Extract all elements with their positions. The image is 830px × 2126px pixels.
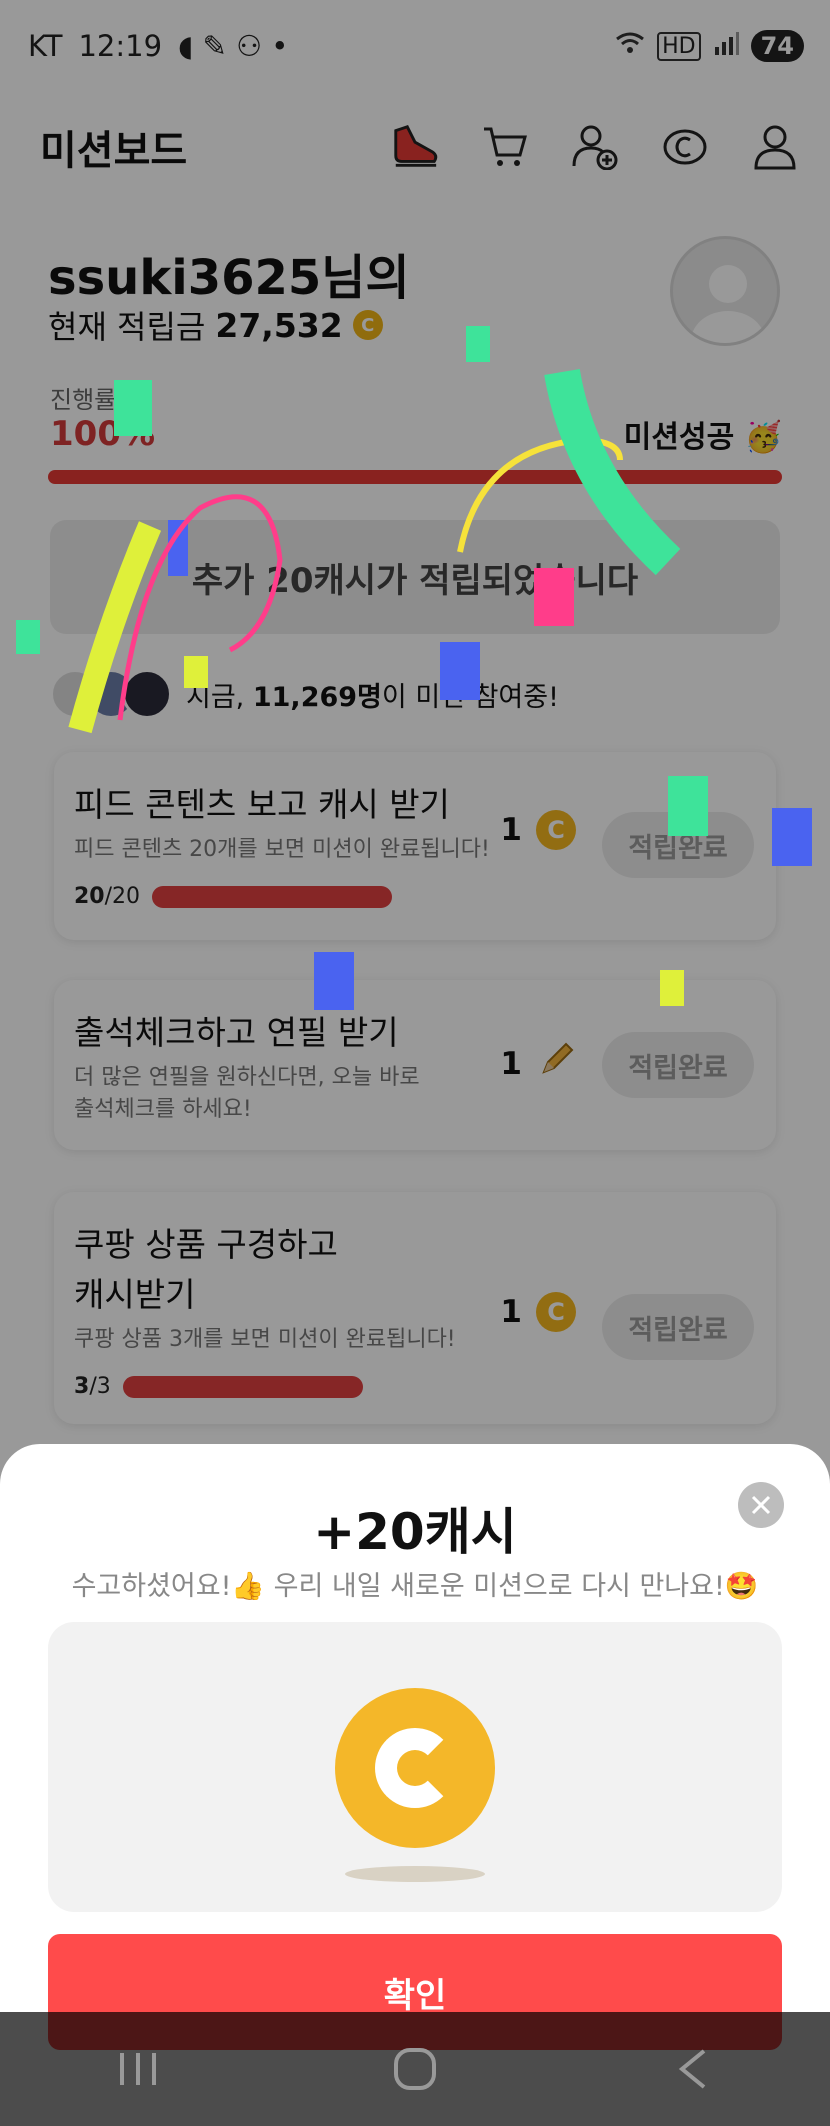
coin-panel [48, 1622, 782, 1912]
recent-apps-icon[interactable] [108, 2039, 168, 2099]
home-icon[interactable] [385, 2039, 445, 2099]
back-icon[interactable] [662, 2039, 722, 2099]
sheet-title: +20캐시 [313, 1503, 517, 1561]
cash-coin-icon [335, 1688, 495, 1848]
sheet-subtitle: 수고하셨어요!👍 우리 내일 새로운 미션으로 다시 만나요!🤩 [71, 1571, 759, 1602]
coin-shadow [345, 1866, 485, 1882]
system-nav-bar [0, 2012, 830, 2126]
